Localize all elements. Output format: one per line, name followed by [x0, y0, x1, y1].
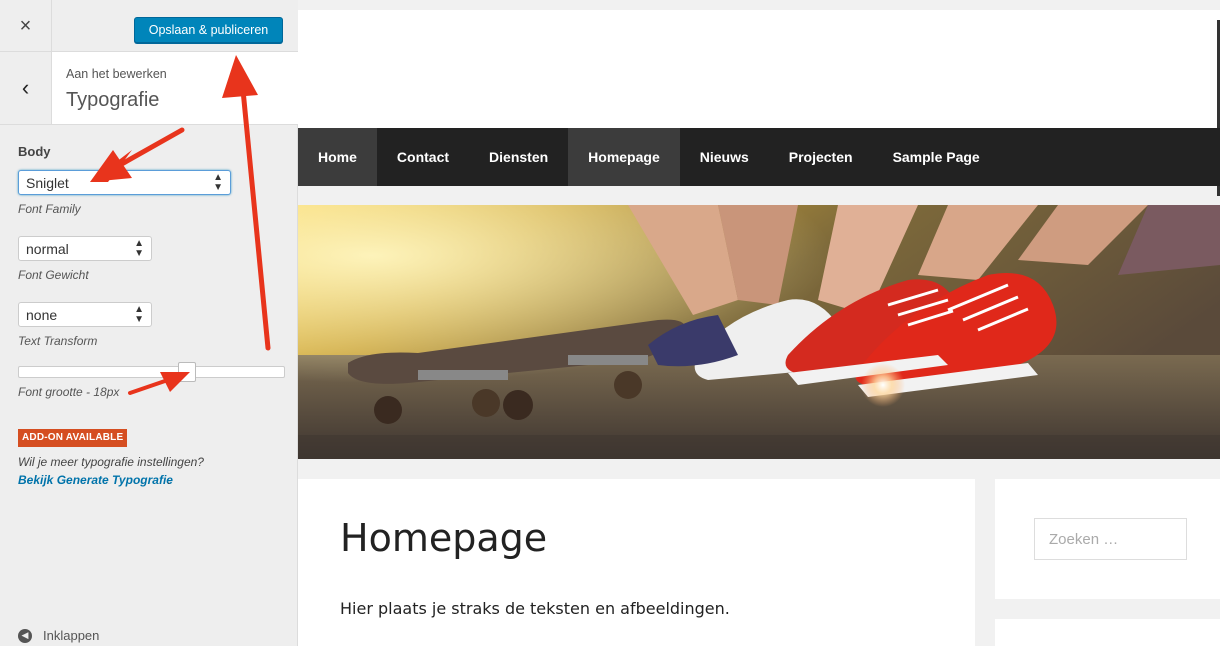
page-body-text: Hier plaats je straks de teksten en afbe…	[340, 599, 730, 618]
text-transform-value: none	[26, 306, 58, 323]
font-family-value: Sniglet	[26, 174, 69, 191]
body-group-label: Body	[18, 144, 51, 159]
font-weight-value: normal	[26, 240, 69, 257]
nav-item-home[interactable]: Home	[298, 128, 377, 186]
font-weight-select[interactable]: normal ▲ ▼	[18, 236, 152, 261]
hero-photo-skateboard-sneakers	[298, 205, 1220, 459]
nav-item-diensten[interactable]: Diensten	[469, 128, 568, 186]
text-transform-select[interactable]: none ▲ ▼	[18, 302, 152, 327]
nav-item-sample-page[interactable]: Sample Page	[873, 128, 1000, 186]
section-header: ‹ Aan het bewerken Typografie	[0, 52, 298, 125]
customizer-header: × Opslaan & publiceren	[0, 0, 298, 52]
site-preview: Home Contact Diensten Homepage Nieuws Pr…	[298, 0, 1220, 646]
select-arrows-icon: ▲ ▼	[134, 237, 144, 259]
sidebar-widget-search	[995, 479, 1220, 599]
back-arrow-icon[interactable]: ‹	[0, 52, 52, 124]
page-title: Homepage	[340, 516, 548, 560]
customizer-sidebar: × Opslaan & publiceren ‹ Aan het bewerke…	[0, 0, 298, 646]
text-transform-description: Text Transform	[18, 334, 98, 348]
font-weight-description: Font Gewicht	[18, 268, 89, 282]
nav-item-homepage[interactable]: Homepage	[568, 128, 680, 186]
main-navigation: Home Contact Diensten Homepage Nieuws Pr…	[298, 128, 1220, 186]
addon-available-badge: ADD-ON AVAILABLE	[18, 429, 128, 447]
addon-link-suffix: .	[167, 473, 171, 487]
collapse-button[interactable]: ◀ Inklappen	[18, 628, 99, 643]
select-arrows-icon: ▲ ▼	[134, 303, 144, 325]
close-icon[interactable]: ×	[0, 0, 52, 52]
save-publish-button[interactable]: Opslaan & publiceren	[134, 17, 283, 43]
content-area: Homepage Hier plaats je straks de tekste…	[298, 479, 975, 646]
collapse-label: Inklappen	[43, 628, 100, 643]
font-family-description: Font Family	[18, 202, 81, 216]
section-title-panel: Aan het bewerken Typografie	[52, 52, 298, 124]
font-family-select[interactable]: Sniglet ▲ ▼	[18, 170, 231, 195]
font-size-slider-handle[interactable]	[178, 362, 196, 382]
sidebar-widget	[995, 619, 1220, 646]
font-size-slider-track[interactable]	[18, 366, 285, 378]
collapse-icon: ◀	[18, 628, 32, 643]
select-arrows-icon: ▲ ▼	[213, 171, 223, 193]
hero-image	[298, 205, 1220, 459]
editing-label: Aan het bewerken	[66, 67, 167, 81]
nav-item-contact[interactable]: Contact	[377, 128, 469, 186]
addon-question: Wil je meer typografie instellingen?	[18, 455, 204, 469]
nav-item-nieuws[interactable]: Nieuws	[680, 128, 769, 186]
section-title: Typografie	[66, 89, 160, 111]
generate-typography-link[interactable]: Bekijk Generate Typografie	[18, 473, 173, 487]
nav-item-projecten[interactable]: Projecten	[769, 128, 873, 186]
site-header	[298, 10, 1220, 128]
font-size-description: Font grootte - 18px	[18, 385, 120, 399]
search-input[interactable]	[1034, 518, 1187, 560]
